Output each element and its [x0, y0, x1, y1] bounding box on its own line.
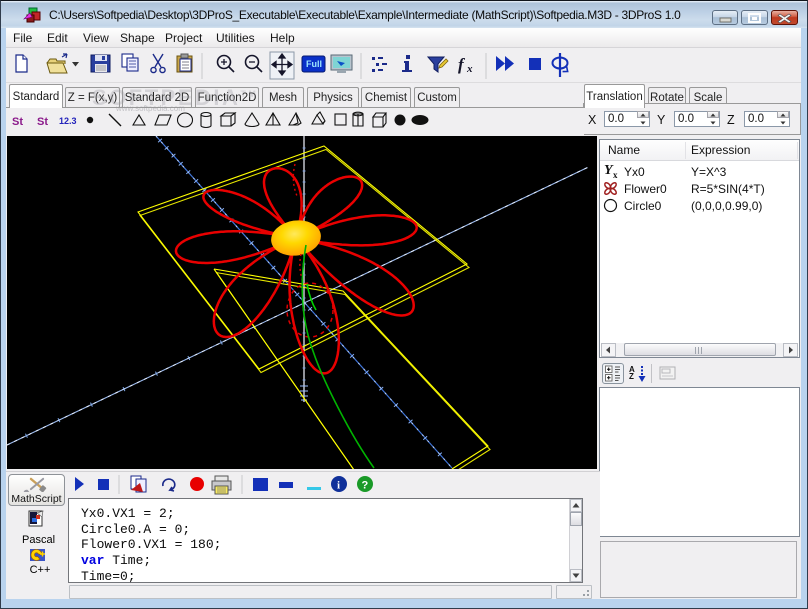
- svg-text:x: x: [466, 63, 473, 75]
- svg-text:i: i: [337, 480, 340, 492]
- svg-text:St: St: [37, 116, 48, 128]
- svg-text:Full: Full: [306, 59, 322, 69]
- svg-text:12.3: 12.3: [59, 116, 77, 126]
- svg-text:f: f: [458, 55, 466, 74]
- svg-text:St: St: [12, 116, 23, 128]
- svg-text:?: ?: [362, 480, 369, 492]
